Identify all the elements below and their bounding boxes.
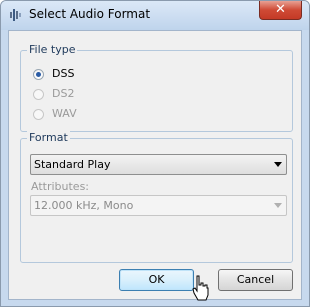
- ok-button-label: OK: [148, 273, 165, 286]
- dialog-client: File type DSS DS2 WAV Format Standard Pl…: [8, 30, 302, 300]
- format-group: Format Standard Play Attributes: 12.000 …: [20, 131, 293, 263]
- radio-ds2-label: DS2: [52, 87, 75, 100]
- radio-dss-button[interactable]: [33, 69, 44, 80]
- format-legend: Format: [27, 131, 70, 144]
- cancel-button[interactable]: Cancel: [218, 269, 293, 291]
- attributes-value: 12.000 kHz, Mono: [34, 199, 134, 212]
- chevron-down-icon: [274, 203, 282, 208]
- chevron-down-icon: [274, 162, 282, 167]
- title-bar[interactable]: Select Audio Format ✕: [1, 1, 309, 30]
- hand-cursor-icon: [192, 275, 209, 301]
- close-button[interactable]: ✕: [259, 1, 302, 20]
- radio-wav-label: WAV: [52, 107, 77, 120]
- attributes-dropdown[interactable]: 12.000 kHz, Mono: [30, 195, 287, 216]
- file-type-group: File type DSS DS2 WAV: [20, 43, 293, 132]
- ok-button[interactable]: OK: [119, 269, 194, 291]
- format-dropdown[interactable]: Standard Play: [30, 154, 287, 175]
- radio-wav-button[interactable]: [33, 109, 44, 120]
- format-dropdown-value: Standard Play: [34, 158, 111, 171]
- dialog-window: Select Audio Format ✕ File type DSS DS2 …: [0, 0, 310, 307]
- attributes-label: Attributes:: [31, 180, 90, 193]
- window-title: Select Audio Format: [29, 7, 151, 21]
- radio-ds2-button[interactable]: [33, 89, 44, 100]
- audio-icon: [10, 9, 21, 21]
- cancel-button-label: Cancel: [236, 273, 275, 286]
- file-type-legend: File type: [27, 43, 78, 56]
- radio-dss-label: DSS: [52, 67, 75, 80]
- close-icon: ✕: [275, 2, 286, 17]
